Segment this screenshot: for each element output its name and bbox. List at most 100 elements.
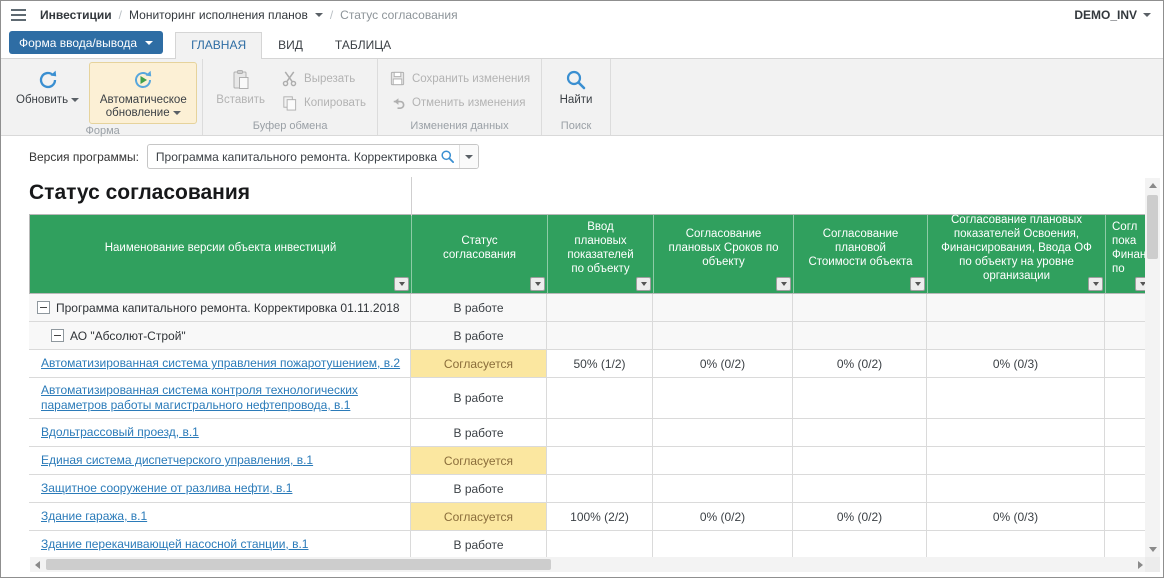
copy-button[interactable]: Копировать	[275, 93, 372, 112]
vertical-scroll-thumb[interactable]	[1147, 195, 1158, 259]
filter-button[interactable]	[1088, 277, 1103, 291]
ribbon-group-label-search: Поиск	[547, 119, 605, 135]
table-row: Защитное сооружение от разлива нефти, в.…	[29, 475, 1151, 503]
table-row: АО "Абсолют-Строй"В работе	[29, 322, 1151, 350]
table-row: Вдольтрассовый проезд, в.1 В работе	[29, 419, 1151, 447]
paste-icon	[229, 68, 253, 92]
object-version-link[interactable]: Единая система диспетчерского управления…	[41, 453, 313, 468]
column-header-label: Ввод плановых показателей по объекту	[561, 220, 640, 276]
chevron-down-icon	[1143, 13, 1151, 17]
collapse-icon[interactable]	[51, 329, 64, 342]
scroll-up-button[interactable]	[1145, 178, 1160, 193]
tab-view[interactable]: ВИД	[262, 32, 319, 58]
vertical-scrollbar[interactable]	[1145, 178, 1160, 557]
value-cell	[653, 531, 793, 557]
value-cell	[927, 475, 1105, 502]
value-cell	[547, 378, 653, 418]
tab-home[interactable]: ГЛАВНАЯ	[175, 32, 262, 59]
save-icon	[389, 70, 406, 87]
value-cell	[653, 294, 793, 321]
value-cell	[653, 447, 793, 474]
breadcrumb: Инвестиции / Мониторинг исполнения плано…	[40, 8, 458, 22]
value-cell	[547, 475, 653, 502]
auto-refresh-icon	[131, 68, 155, 92]
object-version-link[interactable]: Здание перекачивающей насосной станции, …	[41, 537, 308, 552]
name-cell: Здание перекачивающей насосной станции, …	[29, 531, 411, 557]
io-form-button[interactable]: Форма ввода/вывода	[9, 31, 163, 54]
object-version-link[interactable]: Автоматизированная система контроля техн…	[41, 383, 404, 413]
object-version-link[interactable]: Защитное сооружение от разлива нефти, в.…	[41, 481, 292, 496]
combobox-dropdown-button[interactable]	[459, 145, 478, 168]
tab-table[interactable]: ТАБЛИЦА	[319, 32, 407, 58]
undo-changes-button[interactable]: Отменить изменения	[383, 93, 536, 112]
column-header: Ввод плановых показателей по объекту	[548, 215, 654, 293]
horizontal-scroll-thumb[interactable]	[46, 559, 551, 570]
value-cell	[793, 531, 927, 557]
filter-button[interactable]	[636, 277, 651, 291]
paste-button[interactable]: Вставить	[208, 62, 273, 111]
value-cell: 100% (2/2)	[547, 503, 653, 530]
version-label: Версия программы:	[29, 150, 139, 164]
column-header: Наименование версии объекта инвестиций	[30, 215, 412, 293]
table-row: Автоматизированная система контроля техн…	[29, 378, 1151, 419]
value-cell: 0% (0/2)	[653, 350, 793, 377]
chevron-down-icon[interactable]	[315, 13, 323, 17]
copy-button-label: Копировать	[304, 97, 366, 109]
ribbon-group-clipboard: Вставить Вырезать	[203, 59, 378, 135]
filter-button[interactable]	[776, 277, 791, 291]
scroll-left-button[interactable]	[30, 557, 45, 572]
name-cell: Защитное сооружение от разлива нефти, в.…	[29, 475, 411, 502]
column-header: Согласование плановых показателей Освоен…	[928, 215, 1106, 293]
object-version-link[interactable]: Здание гаража, в.1	[41, 509, 147, 524]
table-body: Программа капитального ремонта. Корректи…	[29, 294, 1151, 557]
find-button-label: Найти	[560, 94, 593, 107]
horizontal-scrollbar[interactable]	[30, 557, 1148, 572]
find-button[interactable]: Найти	[547, 62, 605, 111]
program-version-combobox[interactable]: Программа капитального ремонта. Корректи…	[147, 144, 479, 169]
copy-icon	[281, 94, 298, 111]
value-cell	[653, 475, 793, 502]
group-name-label: АО "Абсолют-Строй"	[70, 329, 186, 343]
table-row: Программа капитального ремонта. Корректи…	[29, 294, 1151, 322]
group-name-label: Программа капитального ремонта. Корректи…	[56, 301, 400, 315]
ribbon-group-form: Обновить Автоматическое обновление Форма	[3, 59, 203, 135]
save-changes-button[interactable]: Сохранить изменения	[383, 69, 536, 88]
version-bar: Версия программы: Программа капитального…	[1, 136, 1163, 176]
value-cell	[793, 447, 927, 474]
name-cell: АО "Абсолют-Строй"	[29, 322, 411, 349]
undo-icon	[389, 94, 406, 111]
collapse-icon[interactable]	[37, 301, 50, 314]
undo-changes-label: Отменить изменения	[412, 97, 526, 109]
breadcrumb-item-monitoring[interactable]: Мониторинг исполнения планов	[129, 8, 308, 22]
ribbon-group-label-clipboard: Буфер обмена	[208, 119, 372, 135]
filter-button[interactable]	[394, 277, 409, 291]
auto-refresh-button[interactable]: Автоматическое обновление	[89, 62, 197, 124]
pane-divider	[411, 177, 412, 216]
filter-button[interactable]	[530, 277, 545, 291]
name-cell: Единая система диспетчерского управления…	[29, 447, 411, 474]
menu-icon[interactable]	[11, 9, 26, 21]
ribbon-group-label-form: Форма	[8, 124, 197, 140]
table-row: Единая система диспетчерского управления…	[29, 447, 1151, 475]
status-cell: В работе	[411, 419, 547, 446]
value-cell	[927, 378, 1105, 418]
user-menu[interactable]: DEMO_INV	[1074, 8, 1151, 22]
status-cell: Согласуется	[411, 447, 547, 474]
breadcrumb-item-investments[interactable]: Инвестиции	[40, 8, 112, 22]
name-cell: Автоматизированная система контроля техн…	[29, 378, 411, 418]
filter-button[interactable]	[910, 277, 925, 291]
table-row: Здание перекачивающей насосной станции, …	[29, 531, 1151, 557]
refresh-button[interactable]: Обновить	[8, 62, 87, 111]
value-cell	[927, 294, 1105, 321]
chevron-down-icon	[1093, 282, 1099, 286]
value-cell	[927, 531, 1105, 557]
object-version-link[interactable]: Автоматизированная система управления по…	[41, 356, 400, 371]
app-window: Инвестиции / Мониторинг исполнения плано…	[0, 0, 1164, 578]
object-version-link[interactable]: Вдольтрассовый проезд, в.1	[41, 425, 199, 440]
scroll-down-button[interactable]	[1145, 542, 1160, 557]
chevron-down-icon	[399, 282, 405, 286]
column-header: Согласование плановых Сроков по объекту	[654, 215, 794, 293]
cut-button[interactable]: Вырезать	[275, 69, 372, 88]
breadcrumb-separator: /	[119, 8, 122, 22]
search-icon[interactable]	[437, 149, 459, 164]
